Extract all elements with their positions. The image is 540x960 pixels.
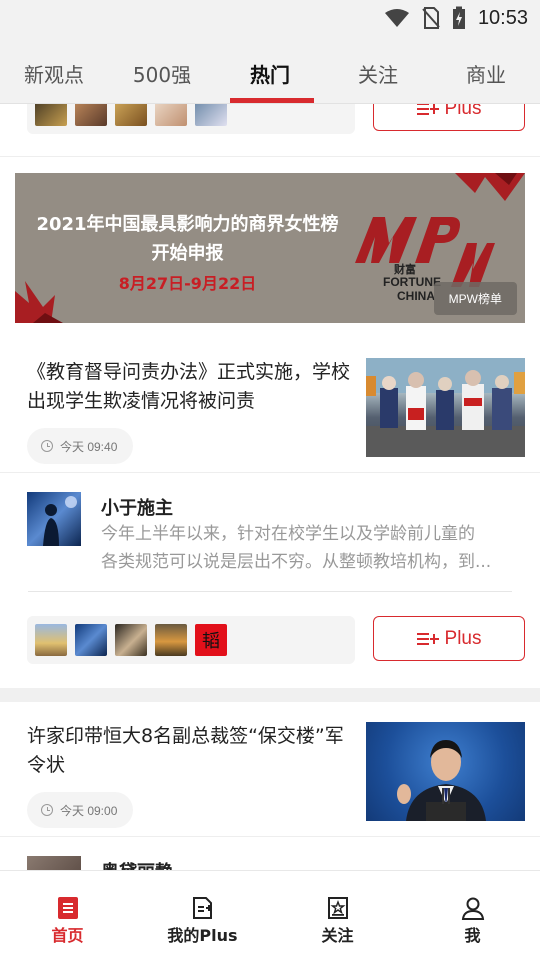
- post-excerpt-line-1: 今年上半年以来，针对在校学生以及学龄前儿童的: [101, 524, 475, 544]
- nav-me[interactable]: 我: [405, 871, 540, 960]
- nav-follow-label: 关注: [321, 926, 354, 945]
- status-time: 10:53: [477, 6, 528, 29]
- banner-date: 8月27日-9月22日: [118, 274, 257, 293]
- plus-button-label: Plus: [444, 104, 482, 119]
- category-tabs: 新观点 500强 热门 关注 商业: [0, 46, 540, 104]
- my-plus-icon: [192, 897, 212, 919]
- fortune-caption-en2: CHINA: [397, 289, 435, 303]
- seal-stamp: 韬: [202, 631, 220, 652]
- subscriber-thumb[interactable]: [35, 624, 67, 656]
- subscriber-thumb[interactable]: [155, 624, 187, 656]
- students-with-backpacks-photo: [366, 358, 525, 457]
- plus-icon: [416, 104, 439, 117]
- article-time-chip: 今天 09:00: [27, 792, 134, 828]
- plus-button[interactable]: Plus: [373, 616, 525, 661]
- divider: [0, 472, 540, 473]
- tab-new-views[interactable]: 新观点: [0, 46, 108, 103]
- article-time: 今天 09:40: [60, 439, 118, 454]
- clock-icon: [41, 804, 53, 816]
- post-excerpt-line-2: 各类规范可以说是层出不穷。从整顿教培机构，到...: [101, 552, 492, 572]
- divider: [0, 836, 540, 837]
- avatar-image: [43, 496, 77, 546]
- nav-home[interactable]: 首页: [0, 871, 135, 960]
- avatar[interactable]: [27, 492, 81, 546]
- person-icon: [461, 897, 484, 920]
- no-sim-icon: [422, 7, 440, 29]
- plus-button[interactable]: Plus: [373, 104, 525, 131]
- banner-tag: MPW榜单: [433, 282, 517, 315]
- divider: [28, 591, 512, 592]
- plus-icon: [416, 631, 439, 647]
- divider: [0, 156, 540, 157]
- subscriber-thumbnails: [27, 104, 355, 134]
- subscriber-thumb[interactable]: [75, 104, 107, 126]
- feed[interactable]: Plus 2021年中国最具影响力的商界女性榜 开始申报 8月27日-9月22日: [0, 104, 540, 870]
- banner-line-2: 开始申报: [151, 243, 224, 264]
- subscriber-thumb[interactable]: [115, 624, 147, 656]
- nav-follow[interactable]: 关注: [270, 871, 405, 960]
- status-icons: 10:53: [384, 6, 528, 30]
- mpw-banner[interactable]: 2021年中国最具影响力的商界女性榜 开始申报 8月27日-9月22日 财富 F…: [15, 173, 525, 323]
- fortune-caption-en1: FORTUNE: [383, 275, 441, 289]
- plus-button-label: Plus: [444, 627, 482, 649]
- subscriber-thumb[interactable]: [195, 104, 227, 126]
- subscriber-thumb[interactable]: [155, 104, 187, 126]
- article-title[interactable]: 《教育督导问责办法》正式实施，学校出现学生欺凌情况将被问责: [27, 358, 352, 416]
- article-time-chip: 今天 09:40: [27, 428, 134, 464]
- battery-charging-icon: [452, 6, 465, 29]
- post-excerpt[interactable]: 今年上半年以来，针对在校学生以及学龄前儿童的 各类规范可以说是层出不穷。从整顿教…: [101, 520, 513, 576]
- bottom-nav: 首页 我的Plus 关注 我: [0, 870, 540, 960]
- article-image[interactable]: [366, 358, 525, 457]
- post-author[interactable]: 奥黛丽静: [101, 858, 173, 870]
- tab-hot[interactable]: 热门: [216, 46, 324, 103]
- subscriber-thumb[interactable]: [75, 624, 107, 656]
- article-title[interactable]: 许家印带恒大8名副总裁签“保交楼”军令状: [27, 722, 352, 780]
- tab-fortune-500[interactable]: 500强: [108, 46, 216, 103]
- subscriber-thumb[interactable]: [35, 104, 67, 126]
- post-author[interactable]: 小于施主: [101, 494, 173, 520]
- speaker-at-podium-photo: [397, 740, 486, 821]
- home-doc-icon: [57, 897, 78, 919]
- follow-star-icon: [327, 897, 348, 919]
- nav-my-plus-label: 我的Plus: [167, 926, 238, 945]
- avatar[interactable]: [27, 856, 81, 870]
- status-bar: 10:53: [0, 0, 540, 46]
- nav-home-label: 首页: [51, 926, 84, 945]
- banner-line-1: 2021年中国最具影响力的商界女性榜: [36, 214, 339, 235]
- clock-icon: [41, 440, 53, 452]
- subscriber-thumb[interactable]: [115, 104, 147, 126]
- tab-business[interactable]: 商业: [432, 46, 540, 103]
- wifi-icon: [384, 9, 409, 27]
- tab-follow[interactable]: 关注: [324, 46, 432, 103]
- app-screen: 10:53 新观点 500强 热门 关注 商业 Plus 2021年中国最具影响…: [0, 0, 540, 960]
- article-image[interactable]: [366, 722, 525, 821]
- nav-my-plus[interactable]: 我的Plus: [135, 871, 270, 960]
- nav-me-label: 我: [464, 926, 481, 945]
- section-separator: [0, 688, 540, 702]
- subscriber-thumbnails: 韬: [27, 616, 355, 664]
- article-time: 今天 09:00: [60, 803, 118, 818]
- subscriber-thumb[interactable]: 韬: [195, 624, 227, 656]
